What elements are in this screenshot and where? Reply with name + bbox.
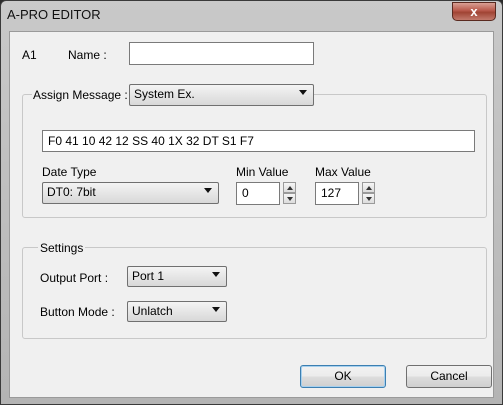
name-label: Name : <box>68 48 107 62</box>
ok-button[interactable]: OK <box>300 365 386 388</box>
chevron-down-icon <box>212 272 220 277</box>
min-value-label: Min Value <box>236 165 289 179</box>
spin-down-icon[interactable] <box>283 193 296 204</box>
assign-message-value: System Ex. <box>134 87 195 101</box>
max-value-input[interactable]: 127 <box>315 182 359 205</box>
output-port-value: Port 1 <box>132 269 165 283</box>
button-mode-select[interactable]: Unlatch <box>127 301 227 322</box>
data-type-select[interactable]: DT0: 7bit <box>42 182 219 204</box>
max-value-label: Max Value <box>315 165 371 179</box>
assign-message-label: Assign Message : <box>32 88 129 102</box>
close-icon: x <box>470 4 478 19</box>
chevron-down-icon <box>299 90 307 95</box>
output-port-label: Output Port : <box>40 271 109 285</box>
data-type-label: Date Type <box>42 165 97 179</box>
min-value-input[interactable]: 0 <box>236 182 280 205</box>
spin-up-icon[interactable] <box>283 182 296 193</box>
chevron-down-icon <box>204 188 212 193</box>
a-pro-editor-window: A-PRO EDITOR x A1 Name : Assign Message … <box>0 0 503 405</box>
min-value-stepper[interactable] <box>283 182 296 204</box>
window-title: A-PRO EDITOR <box>7 7 101 22</box>
title-bar[interactable]: A-PRO EDITOR x <box>1 1 502 31</box>
output-port-select[interactable]: Port 1 <box>127 266 227 287</box>
dialog-body: A1 Name : Assign Message : System Ex. F0… <box>9 31 494 398</box>
message-field[interactable]: F0 41 10 42 12 SS 40 1X 32 DT S1 F7 <box>42 130 475 152</box>
cancel-button[interactable]: Cancel <box>406 365 492 388</box>
spin-up-icon[interactable] <box>362 182 375 193</box>
slot-id: A1 <box>22 48 37 62</box>
data-type-value: DT0: 7bit <box>47 185 96 199</box>
chevron-down-icon <box>212 307 220 312</box>
spin-down-icon[interactable] <box>362 193 375 204</box>
name-input[interactable] <box>129 42 314 65</box>
button-mode-value: Unlatch <box>132 304 173 318</box>
settings-group <box>22 247 487 339</box>
close-button[interactable]: x <box>452 2 496 21</box>
max-value-stepper[interactable] <box>362 182 375 204</box>
settings-label: Settings <box>38 241 86 255</box>
button-mode-label: Button Mode : <box>40 305 115 319</box>
assign-message-select[interactable]: System Ex. <box>129 84 314 106</box>
